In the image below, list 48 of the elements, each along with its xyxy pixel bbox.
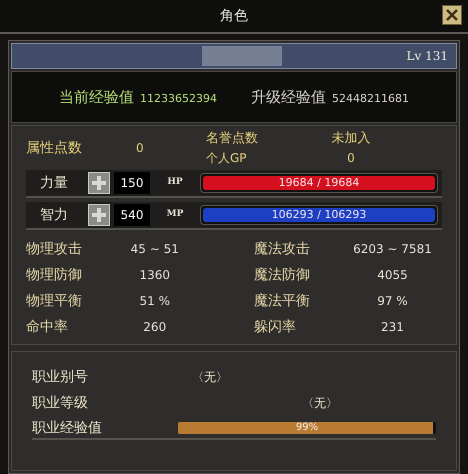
attribute-value: 231: [380, 319, 405, 336]
stat-value: 540: [114, 204, 150, 226]
plus-icon: [92, 176, 106, 190]
attribute-value: 1360: [138, 267, 172, 284]
job-exp-reading: 99%: [294, 422, 320, 434]
attribute-value: 51 %: [138, 293, 171, 310]
experience-label: 升级经验值: [251, 86, 326, 108]
experience-label: 当前经验值: [59, 86, 134, 108]
close-icon: [446, 9, 458, 21]
attribute-value: 97 %: [376, 293, 409, 310]
level-text: Lv 131: [406, 48, 449, 65]
attribute-label: 躲闪率: [254, 318, 297, 336]
experience-value: 11233652394: [140, 90, 217, 107]
job-grade-label: 职业等级: [32, 394, 89, 412]
stat-label: 智力: [40, 206, 69, 224]
bar-label: HP: [166, 176, 184, 190]
job-exp-label: 职业经验值: [32, 418, 103, 438]
close-button[interactable]: [442, 5, 462, 25]
gauge-reading: 106293 / 106293: [270, 206, 368, 223]
honor-value: 未加入: [332, 130, 370, 148]
gp-value: 0: [347, 150, 355, 167]
attribute-label: 魔法攻击: [254, 240, 311, 258]
attribute-label: 物理平衡: [26, 292, 83, 310]
attribute-label: 物理防御: [26, 266, 83, 284]
attribute-value: 6203 ~ 7581: [352, 241, 433, 258]
add-point-button[interactable]: [88, 204, 110, 226]
attribute-label: 魔法防御: [254, 266, 311, 284]
gp-label: 个人GP: [206, 150, 247, 167]
attribute-value: 260: [142, 319, 168, 336]
points-value: 0: [136, 140, 145, 157]
bar-label: MP: [166, 208, 184, 222]
attribute-value: 45 ~ 51: [130, 241, 180, 258]
attribute-value: 4055: [376, 267, 409, 284]
job-alias-value: 〈无〉: [192, 369, 228, 386]
job-alias-label: 职业别号: [32, 368, 89, 386]
honor-label: 名誉点数: [206, 130, 258, 148]
add-point-button[interactable]: [88, 172, 110, 194]
job-grade-value: 〈无〉: [302, 395, 338, 412]
window-title: 角色: [219, 6, 249, 26]
attribute-label: 魔法平衡: [254, 292, 311, 310]
gauge-reading: 19684 / 19684: [278, 174, 360, 191]
attribute-label: 命中率: [26, 318, 69, 336]
stat-value: 150: [114, 172, 150, 194]
plus-icon: [92, 208, 106, 222]
points-label: 属性点数: [26, 138, 83, 158]
experience-value: 52448211681: [332, 90, 409, 107]
attribute-label: 物理攻击: [26, 240, 83, 258]
stat-label: 力量: [40, 174, 69, 192]
